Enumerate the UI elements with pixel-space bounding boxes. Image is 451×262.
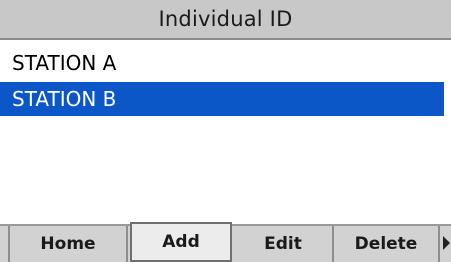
delete-button-label: Delete [354, 234, 418, 254]
list-item-label: STATION B [12, 87, 117, 111]
list-item-station-a[interactable]: STATION A [0, 46, 444, 80]
list-item-label: STATION A [12, 51, 117, 75]
radio-display: Individual ID STATION A STATION B Home A… [0, 0, 451, 262]
home-button-label: Home [40, 234, 96, 254]
add-button[interactable]: Add [130, 222, 232, 262]
edit-button-label: Edit [264, 234, 302, 254]
station-list: STATION A STATION B [0, 46, 451, 118]
right-arrow-icon[interactable] [443, 236, 450, 250]
title-bar: Individual ID [0, 0, 451, 40]
home-button[interactable]: Home [10, 226, 128, 262]
delete-button[interactable]: Delete [334, 226, 440, 262]
soft-key-bar: Home Add Edit Delete [0, 222, 451, 262]
edit-button[interactable]: Edit [234, 226, 334, 262]
add-button-label: Add [162, 232, 200, 252]
list-item-station-b[interactable]: STATION B [0, 82, 444, 116]
soft-key-divider [0, 226, 10, 262]
page-title: Individual ID [158, 7, 293, 31]
